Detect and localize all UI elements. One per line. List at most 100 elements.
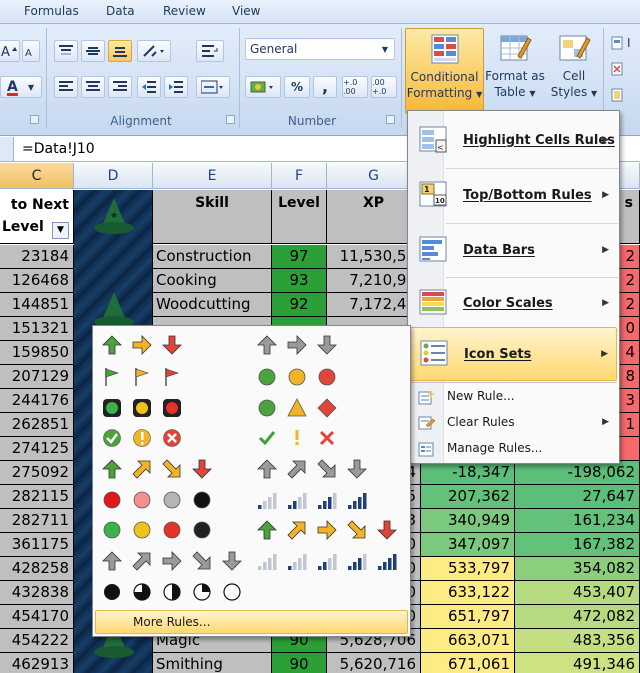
delete-cells-button[interactable] bbox=[609, 58, 640, 80]
formula-input[interactable]: =Data!J10 bbox=[22, 141, 95, 157]
cell-level[interactable]: 90 bbox=[272, 653, 327, 673]
cell-to-next-level[interactable]: 144851 bbox=[0, 293, 74, 317]
cell-i[interactable]: 27,647 bbox=[515, 485, 640, 509]
cell-to-next-level[interactable]: 282711 bbox=[0, 509, 74, 533]
tab-data[interactable]: Data bbox=[106, 4, 135, 18]
header-cell-to-next-level[interactable]: to Next Level ▼ bbox=[0, 190, 74, 244]
tab-review[interactable]: Review bbox=[163, 4, 206, 18]
cell-h[interactable]: 671,061 bbox=[421, 653, 515, 673]
cell-to-next-level[interactable]: 126468 bbox=[0, 269, 74, 293]
cell-level[interactable]: 97 bbox=[272, 245, 327, 269]
cell-to-next-level[interactable]: 262851 bbox=[0, 413, 74, 437]
align-bottom-button[interactable] bbox=[108, 40, 132, 62]
header-cell-level[interactable]: Level bbox=[272, 190, 327, 244]
menu-separator bbox=[410, 382, 617, 383]
font-size-decrease-button[interactable]: A bbox=[22, 40, 40, 62]
merge-center-button[interactable] bbox=[196, 76, 230, 98]
tab-view[interactable]: View bbox=[232, 4, 260, 18]
name-box-edge[interactable] bbox=[0, 137, 14, 161]
comma-style-button[interactable]: , bbox=[313, 76, 337, 98]
wrap-text-button[interactable] bbox=[196, 40, 224, 62]
cell-skill[interactable]: Cooking bbox=[153, 269, 272, 293]
column-header-d[interactable]: D bbox=[74, 163, 153, 189]
cell-h[interactable]: 347,097 bbox=[421, 533, 515, 557]
cell-to-next-level[interactable]: 244176 bbox=[0, 389, 74, 413]
cell-i[interactable]: 161,234 bbox=[515, 509, 640, 533]
increase-decimal-button[interactable]: +.0 .00 bbox=[342, 76, 368, 98]
align-left-button[interactable] bbox=[54, 76, 78, 98]
font-dialog-launcher[interactable] bbox=[30, 115, 39, 124]
cell-to-next-level[interactable]: 159850 bbox=[0, 341, 74, 365]
decrease-indent-button[interactable] bbox=[137, 76, 161, 98]
cell-h[interactable]: 533,797 bbox=[421, 557, 515, 581]
column-header-c[interactable]: C bbox=[0, 163, 74, 189]
cell-h[interactable]: 340,949 bbox=[421, 509, 515, 533]
menu-item-color-scales[interactable]: Color Scales ▶ bbox=[410, 277, 617, 329]
cell-level[interactable]: 92 bbox=[272, 293, 327, 317]
cell-skill[interactable]: Construction bbox=[153, 245, 272, 269]
cell-skill[interactable]: Smithing bbox=[153, 653, 272, 673]
header-cell-skill[interactable]: Skill bbox=[153, 190, 272, 244]
column-header-f[interactable]: F bbox=[272, 163, 327, 189]
cell-to-next-level[interactable]: 23184 bbox=[0, 245, 74, 269]
cell-to-next-level[interactable]: 151321 bbox=[0, 317, 74, 341]
menu-item-top-bottom-rules[interactable]: 1 10 Top/Bottom Rules ▶ bbox=[410, 169, 617, 221]
cell-i[interactable]: 483,356 bbox=[515, 629, 640, 653]
menu-item-icon-sets[interactable]: Icon Sets ▶ bbox=[410, 327, 617, 381]
menu-item-manage-rules[interactable]: Manage Rules... bbox=[410, 436, 617, 462]
column-header-e[interactable]: E bbox=[153, 163, 272, 189]
alignment-dialog-launcher[interactable] bbox=[226, 115, 235, 124]
cell-i[interactable]: -198,062 bbox=[515, 461, 640, 485]
cell-xp[interactable]: 5,620,716 bbox=[327, 653, 421, 673]
menu-item-clear-rules[interactable]: Clear Rules ▶ bbox=[410, 410, 617, 436]
cell-to-next-level[interactable]: 361175 bbox=[0, 533, 74, 557]
number-format-dropdown[interactable]: General ▼ bbox=[245, 38, 395, 60]
accounting-format-button[interactable] bbox=[245, 76, 281, 98]
percent-style-button[interactable]: % bbox=[284, 76, 310, 98]
format-cells-button[interactable] bbox=[609, 84, 640, 106]
cell-i[interactable]: 472,082 bbox=[515, 605, 640, 629]
font-size-increase-button[interactable]: A bbox=[0, 40, 20, 62]
align-right-button[interactable] bbox=[108, 76, 132, 98]
cell-to-next-level[interactable]: 462913 bbox=[0, 653, 74, 673]
number-dialog-launcher[interactable] bbox=[386, 115, 395, 124]
cell-i[interactable]: 491,346 bbox=[515, 653, 640, 673]
cell-i[interactable]: 354,082 bbox=[515, 557, 640, 581]
cell-to-next-level[interactable]: 454170 bbox=[0, 605, 74, 629]
cell-to-next-level[interactable]: 432838 bbox=[0, 581, 74, 605]
cell-h[interactable]: 633,122 bbox=[421, 581, 515, 605]
cell-level[interactable]: 93 bbox=[272, 269, 327, 293]
menu-item-new-rule[interactable]: New Rule... bbox=[410, 384, 617, 410]
tab-formulas[interactable]: Formulas bbox=[24, 4, 79, 18]
cell-h[interactable]: 663,071 bbox=[421, 629, 515, 653]
format-as-table-button[interactable]: Format as Table ▼ bbox=[484, 28, 546, 114]
orientation-button[interactable] bbox=[137, 40, 171, 62]
cell-h[interactable]: 207,362 bbox=[421, 485, 515, 509]
font-color-button[interactable]: A ▼ bbox=[0, 76, 42, 98]
decrease-decimal-button[interactable]: .00 +.0 bbox=[371, 76, 397, 98]
cell-to-next-level[interactable]: 274125 bbox=[0, 437, 74, 461]
menu-item-data-bars[interactable]: Data Bars ▶ bbox=[410, 224, 617, 276]
align-middle-button[interactable] bbox=[81, 40, 105, 62]
insert-cells-button[interactable]: I bbox=[609, 32, 640, 54]
more-rules-button[interactable]: More Rules... bbox=[95, 610, 408, 634]
increase-indent-button[interactable] bbox=[164, 76, 188, 98]
cell-skill[interactable]: Woodcutting bbox=[153, 293, 272, 317]
icon-set-glyph-icon bbox=[135, 368, 149, 386]
align-top-button[interactable] bbox=[54, 40, 78, 62]
cell-i[interactable]: 167,382 bbox=[515, 533, 640, 557]
cell-h[interactable]: 651,797 bbox=[421, 605, 515, 629]
filter-sort-icon[interactable]: ▼ bbox=[52, 222, 69, 239]
increase-indent-icon bbox=[169, 81, 183, 93]
cell-i[interactable]: 453,407 bbox=[515, 581, 640, 605]
cell-h[interactable]: -18,347 bbox=[421, 461, 515, 485]
cell-to-next-level[interactable]: 454222 bbox=[0, 629, 74, 653]
menu-item-highlight-cells-rules[interactable]: < Highlight Cells Rules ▶ bbox=[410, 114, 617, 166]
conditional-formatting-button[interactable]: Conditional Formatting ▼ bbox=[405, 28, 484, 114]
align-center-button[interactable] bbox=[81, 76, 105, 98]
cell-to-next-level[interactable]: 275092 bbox=[0, 461, 74, 485]
cell-to-next-level[interactable]: 282115 bbox=[0, 485, 74, 509]
cell-to-next-level[interactable]: 428258 bbox=[0, 557, 74, 581]
cell-to-next-level[interactable]: 207129 bbox=[0, 365, 74, 389]
cell-styles-button[interactable]: Cell Styles ▼ bbox=[547, 28, 601, 114]
